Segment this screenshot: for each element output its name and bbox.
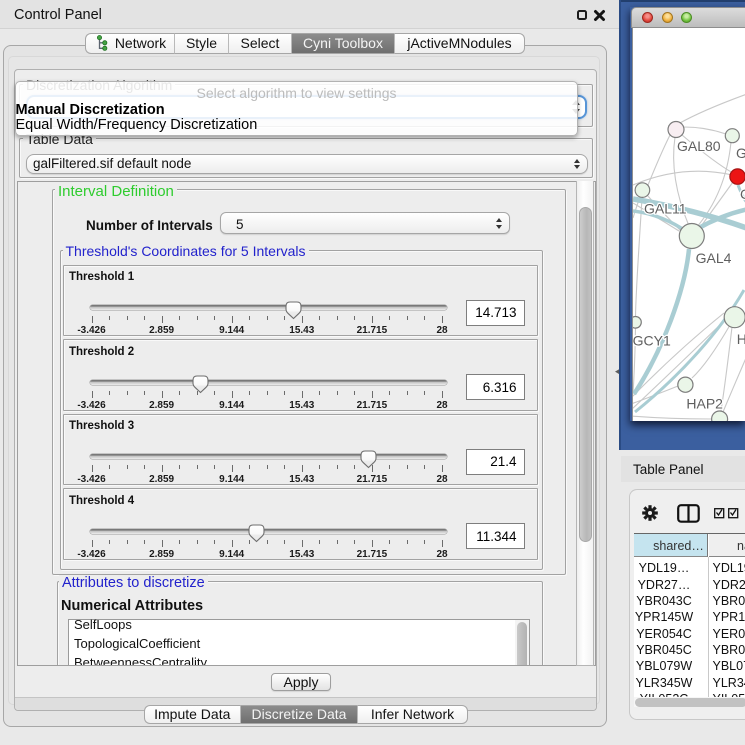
svg-text:C: C — [740, 186, 745, 202]
svg-text:GCY1: GCY1 — [633, 333, 671, 349]
svg-text:GAL11: GAL11 — [644, 201, 687, 217]
svg-text:HAP2: HAP2 — [686, 396, 723, 412]
svg-text:H: H — [736, 331, 745, 347]
svg-text:GAL4: GAL4 — [695, 250, 731, 266]
svg-text:GAL80: GAL80 — [677, 138, 721, 154]
svg-text:GA: GA — [736, 145, 745, 161]
